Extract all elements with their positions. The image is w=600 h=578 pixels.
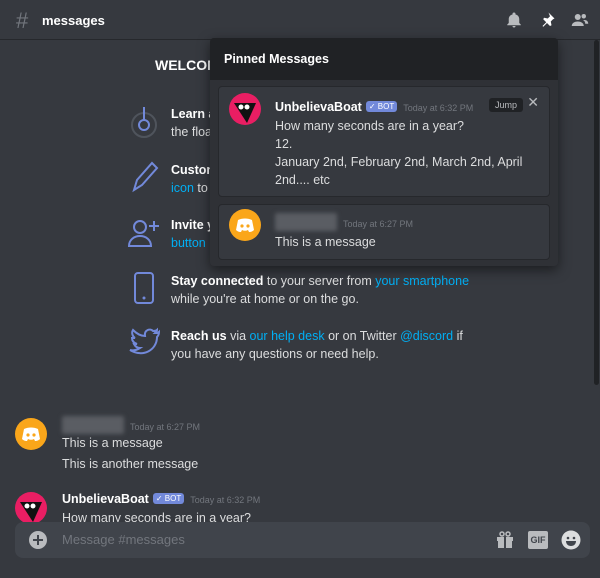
jump-button[interactable]: Jump xyxy=(488,98,523,112)
bot-avatar-icon xyxy=(234,103,256,123)
gift-icon[interactable] xyxy=(496,531,514,549)
pinned-message[interactable]: UnbelievaBoat ✓ BOT Today at 6:32 PM Jump … xyxy=(218,86,550,197)
message-text: How many seconds are in a year? xyxy=(275,119,464,133)
message-header: UnbelievaBoat ✓ BOT Today at 6:32 PM xyxy=(62,492,261,506)
unbelievaboat-avatar xyxy=(229,93,261,125)
channel-name: messages xyxy=(42,13,105,28)
hash-icon: # xyxy=(16,8,29,33)
message-header: Today at 6:27 PM xyxy=(275,213,413,231)
discord-avatar[interactable] xyxy=(15,418,47,450)
discord-avatar xyxy=(229,209,261,241)
bell-icon[interactable] xyxy=(505,11,523,29)
pin-icon[interactable] xyxy=(538,11,556,29)
message-text: This is a message xyxy=(275,235,376,249)
message-input[interactable]: Message #messages xyxy=(62,532,185,547)
welcome-item-stay-connected: Stay connected to your server from your … xyxy=(171,274,470,306)
help-desk-link[interactable]: our help desk xyxy=(250,329,325,343)
message-composer[interactable]: Message #messages GIF xyxy=(15,522,590,558)
bot-badge: ✓ BOT xyxy=(152,493,185,504)
pinned-messages-popup: Pinned Messages UnbelievaBoat ✓ BOT Today … xyxy=(210,38,558,266)
twitter-link[interactable]: @discord xyxy=(400,329,453,343)
blurred-username xyxy=(275,213,337,231)
bot-badge: ✓ BOT xyxy=(365,101,398,112)
bot-avatar-icon xyxy=(20,502,42,522)
message-text: January 2nd, February 2nd, March 2nd, Ap… xyxy=(275,155,523,169)
channel-header: # messages xyxy=(0,0,600,40)
message-header: UnbelievaBoat ✓ BOT Today at 6:32 PM xyxy=(275,100,474,114)
close-icon[interactable]: ✕ xyxy=(527,94,539,111)
popup-title: Pinned Messages xyxy=(210,38,558,80)
members-icon[interactable] xyxy=(571,11,589,29)
message-header: Today at 6:27 PM xyxy=(62,416,200,434)
message-text: 12. xyxy=(275,137,293,151)
discord-logo-icon xyxy=(22,427,40,441)
unbelievaboat-avatar[interactable] xyxy=(15,492,47,524)
compass-icon xyxy=(131,107,157,138)
message-text: This is a message xyxy=(62,436,163,450)
welcome-item-invite: Invite y button xyxy=(171,218,215,250)
add-user-icon xyxy=(127,220,159,247)
emoji-icon[interactable] xyxy=(561,530,581,550)
add-icon[interactable] xyxy=(29,531,47,549)
message-text: 2nd.... etc xyxy=(275,173,330,187)
discord-logo-icon xyxy=(236,218,254,232)
pinned-message[interactable]: Today at 6:27 PM This is a message xyxy=(218,204,550,260)
welcome-item-reach-us: Reach us via our help desk or on Twitter… xyxy=(171,329,463,361)
pencil-icon xyxy=(132,161,159,193)
welcome-item-customize: Custon icon to xyxy=(171,163,215,195)
blurred-username xyxy=(62,416,124,434)
welcome-item-learn: Learn a the floa xyxy=(171,107,216,139)
smartphone-link[interactable]: your smartphone xyxy=(375,274,469,288)
scrollbar[interactable] xyxy=(594,40,599,385)
twitter-icon xyxy=(129,327,161,355)
gif-button[interactable]: GIF xyxy=(528,531,548,549)
message-text: This is another message xyxy=(62,457,199,471)
phone-icon xyxy=(134,272,154,304)
